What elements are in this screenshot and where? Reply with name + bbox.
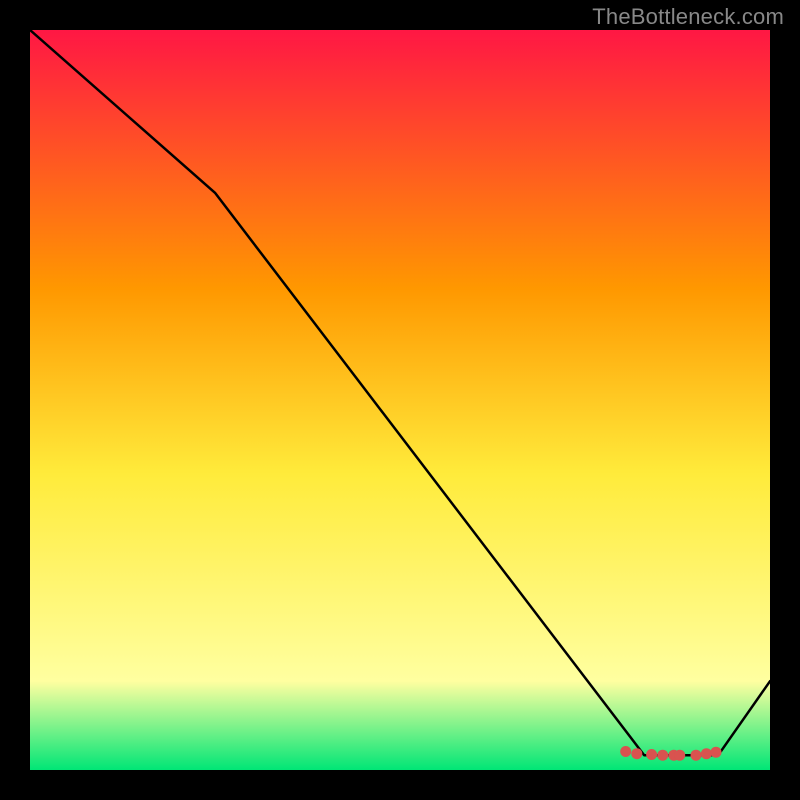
watermark-text: TheBottleneck.com (592, 4, 784, 30)
series-marker (701, 748, 712, 759)
series-marker (646, 749, 657, 760)
series-marker (711, 747, 722, 758)
series-marker (674, 750, 685, 761)
series-marker (631, 748, 642, 759)
series-marker (691, 750, 702, 761)
chart-background-gradient (30, 30, 770, 770)
chart-plot-area (30, 30, 770, 770)
series-marker (657, 750, 668, 761)
chart-stage: TheBottleneck.com (0, 0, 800, 800)
series-marker (620, 746, 631, 757)
chart-svg (30, 30, 770, 770)
